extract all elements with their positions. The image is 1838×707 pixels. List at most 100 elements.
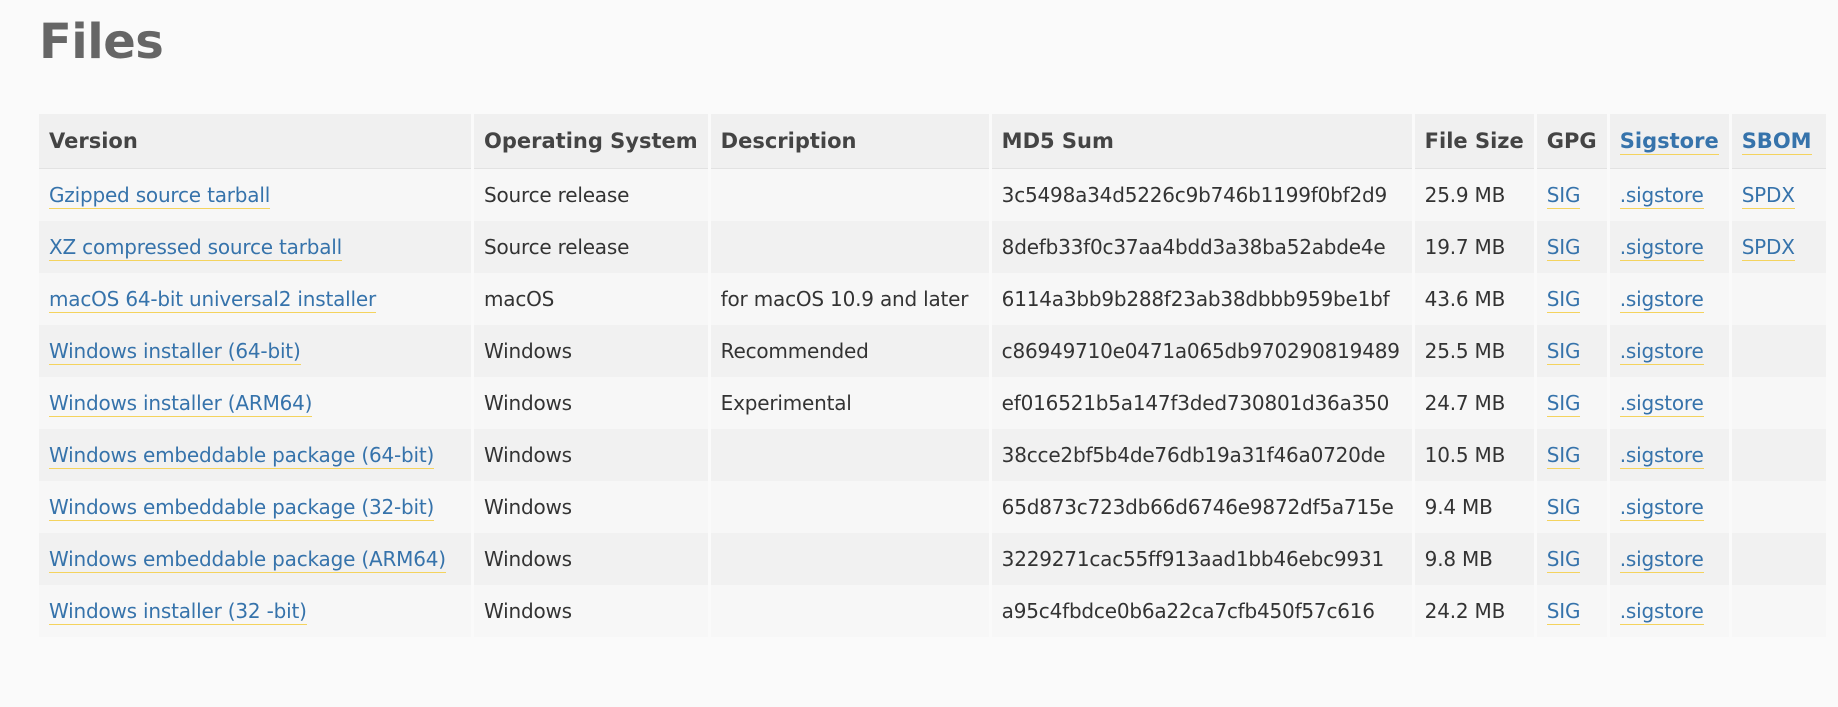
cell-gpg: SIG <box>1536 273 1607 325</box>
cell-file-size: 43.6 MB <box>1414 273 1534 325</box>
version-download-link[interactable]: Windows installer (64-bit) <box>49 339 301 365</box>
cell-version: XZ compressed source tarball <box>39 221 471 273</box>
cell-sbom: SPDX <box>1731 169 1826 221</box>
cell-file-size: 24.7 MB <box>1414 377 1534 429</box>
version-download-link[interactable]: Windows embeddable package (64-bit) <box>49 443 434 469</box>
cell-gpg: SIG <box>1536 325 1607 377</box>
version-download-link[interactable]: Windows installer (32 -bit) <box>49 599 307 625</box>
cell-description: Recommended <box>710 325 989 377</box>
cell-md5-sum: ef016521b5a147f3ded730801d36a350 <box>991 377 1412 429</box>
cell-operating-system: Windows <box>474 377 708 429</box>
cell-sbom <box>1731 429 1826 481</box>
cell-version: Windows installer (ARM64) <box>39 377 471 429</box>
table-row: Windows installer (32 -bit) Windows a95c4f… <box>39 585 1826 637</box>
sbom-spdx-link[interactable]: SPDX <box>1741 183 1795 209</box>
cell-file-size: 10.5 MB <box>1414 429 1534 481</box>
header-description: Description <box>710 114 989 169</box>
cell-sbom <box>1731 377 1826 429</box>
header-sbom: SBOM <box>1731 114 1826 169</box>
cell-sigstore: .sigstore <box>1609 377 1729 429</box>
sigstore-link[interactable]: .sigstore <box>1619 235 1704 261</box>
cell-md5-sum: c86949710e0471a065db970290819489 <box>991 325 1412 377</box>
cell-description: for macOS 10.9 and later <box>710 273 989 325</box>
sigstore-link[interactable]: .sigstore <box>1619 599 1704 625</box>
cell-description <box>710 533 989 585</box>
cell-sigstore: .sigstore <box>1609 221 1729 273</box>
cell-file-size: 25.5 MB <box>1414 325 1534 377</box>
cell-sbom <box>1731 481 1826 533</box>
cell-sigstore: .sigstore <box>1609 429 1729 481</box>
cell-operating-system: Windows <box>474 429 708 481</box>
cell-sbom <box>1731 585 1826 637</box>
gpg-sig-link[interactable]: SIG <box>1546 235 1580 261</box>
cell-version: macOS 64-bit universal2 installer <box>39 273 471 325</box>
cell-sbom <box>1731 273 1826 325</box>
table-row: Windows installer (ARM64) Windows Experime… <box>39 377 1826 429</box>
header-sigstore: Sigstore <box>1609 114 1729 169</box>
gpg-sig-link[interactable]: SIG <box>1546 339 1580 365</box>
cell-version: Windows installer (64-bit) <box>39 325 471 377</box>
cell-md5-sum: a95c4fbdce0b6a22ca7cfb450f57c616 <box>991 585 1412 637</box>
gpg-sig-link[interactable]: SIG <box>1546 495 1580 521</box>
sbom-spdx-link[interactable]: SPDX <box>1741 235 1795 261</box>
header-sigstore-link[interactable]: Sigstore <box>1619 129 1719 155</box>
cell-gpg: SIG <box>1536 585 1607 637</box>
table-header-row: Version Operating System Description MD5… <box>39 114 1826 169</box>
cell-sbom: SPDX <box>1731 221 1826 273</box>
cell-gpg: SIG <box>1536 221 1607 273</box>
header-file-size: File Size <box>1414 114 1534 169</box>
table-row: Windows embeddable package (32-bit) Windo… <box>39 481 1826 533</box>
version-download-link[interactable]: macOS 64-bit universal2 installer <box>49 287 376 313</box>
version-download-link[interactable]: Gzipped source tarball <box>49 183 270 209</box>
version-download-link[interactable]: Windows installer (ARM64) <box>49 391 312 417</box>
cell-sbom <box>1731 325 1826 377</box>
sigstore-link[interactable]: .sigstore <box>1619 495 1704 521</box>
cell-file-size: 25.9 MB <box>1414 169 1534 221</box>
cell-gpg: SIG <box>1536 377 1607 429</box>
gpg-sig-link[interactable]: SIG <box>1546 443 1580 469</box>
cell-sigstore: .sigstore <box>1609 273 1729 325</box>
files-table: Version Operating System Description MD5… <box>36 114 1829 637</box>
header-md5-sum: MD5 Sum <box>991 114 1412 169</box>
table-row: Windows embeddable package (ARM64) Window… <box>39 533 1826 585</box>
gpg-sig-link[interactable]: SIG <box>1546 391 1580 417</box>
table-row: Windows embeddable package (64-bit) Windo… <box>39 429 1826 481</box>
cell-md5-sum: 3229271cac55ff913aad1bb46ebc9931 <box>991 533 1412 585</box>
cell-operating-system: Windows <box>474 585 708 637</box>
cell-operating-system: Windows <box>474 481 708 533</box>
sigstore-link[interactable]: .sigstore <box>1619 391 1704 417</box>
sigstore-link[interactable]: .sigstore <box>1619 339 1704 365</box>
cell-sigstore: .sigstore <box>1609 481 1729 533</box>
cell-sigstore: .sigstore <box>1609 585 1729 637</box>
header-version: Version <box>39 114 471 169</box>
cell-version: Windows embeddable package (64-bit) <box>39 429 471 481</box>
cell-sbom <box>1731 533 1826 585</box>
header-sbom-link[interactable]: SBOM <box>1741 129 1812 155</box>
gpg-sig-link[interactable]: SIG <box>1546 287 1580 313</box>
version-download-link[interactable]: XZ compressed source tarball <box>49 235 342 261</box>
cell-sigstore: .sigstore <box>1609 533 1729 585</box>
cell-operating-system: Source release <box>474 221 708 273</box>
cell-file-size: 24.2 MB <box>1414 585 1534 637</box>
cell-sigstore: .sigstore <box>1609 325 1729 377</box>
table-row: macOS 64-bit universal2 installer macOS fo… <box>39 273 1826 325</box>
version-download-link[interactable]: Windows embeddable package (ARM64) <box>49 547 446 573</box>
cell-md5-sum: 38cce2bf5b4de76db19a31f46a0720de <box>991 429 1412 481</box>
sigstore-link[interactable]: .sigstore <box>1619 443 1704 469</box>
cell-version: Windows embeddable package (ARM64) <box>39 533 471 585</box>
cell-description <box>710 429 989 481</box>
cell-operating-system: Windows <box>474 533 708 585</box>
header-gpg: GPG <box>1536 114 1607 169</box>
gpg-sig-link[interactable]: SIG <box>1546 599 1580 625</box>
table-row: Gzipped source tarball Source release 3c54… <box>39 169 1826 221</box>
gpg-sig-link[interactable]: SIG <box>1546 183 1580 209</box>
cell-file-size: 9.8 MB <box>1414 533 1534 585</box>
sigstore-link[interactable]: .sigstore <box>1619 287 1704 313</box>
sigstore-link[interactable]: .sigstore <box>1619 547 1704 573</box>
sigstore-link[interactable]: .sigstore <box>1619 183 1704 209</box>
gpg-sig-link[interactable]: SIG <box>1546 547 1580 573</box>
cell-description <box>710 481 989 533</box>
cell-gpg: SIG <box>1536 169 1607 221</box>
cell-operating-system: Source release <box>474 169 708 221</box>
version-download-link[interactable]: Windows embeddable package (32-bit) <box>49 495 434 521</box>
